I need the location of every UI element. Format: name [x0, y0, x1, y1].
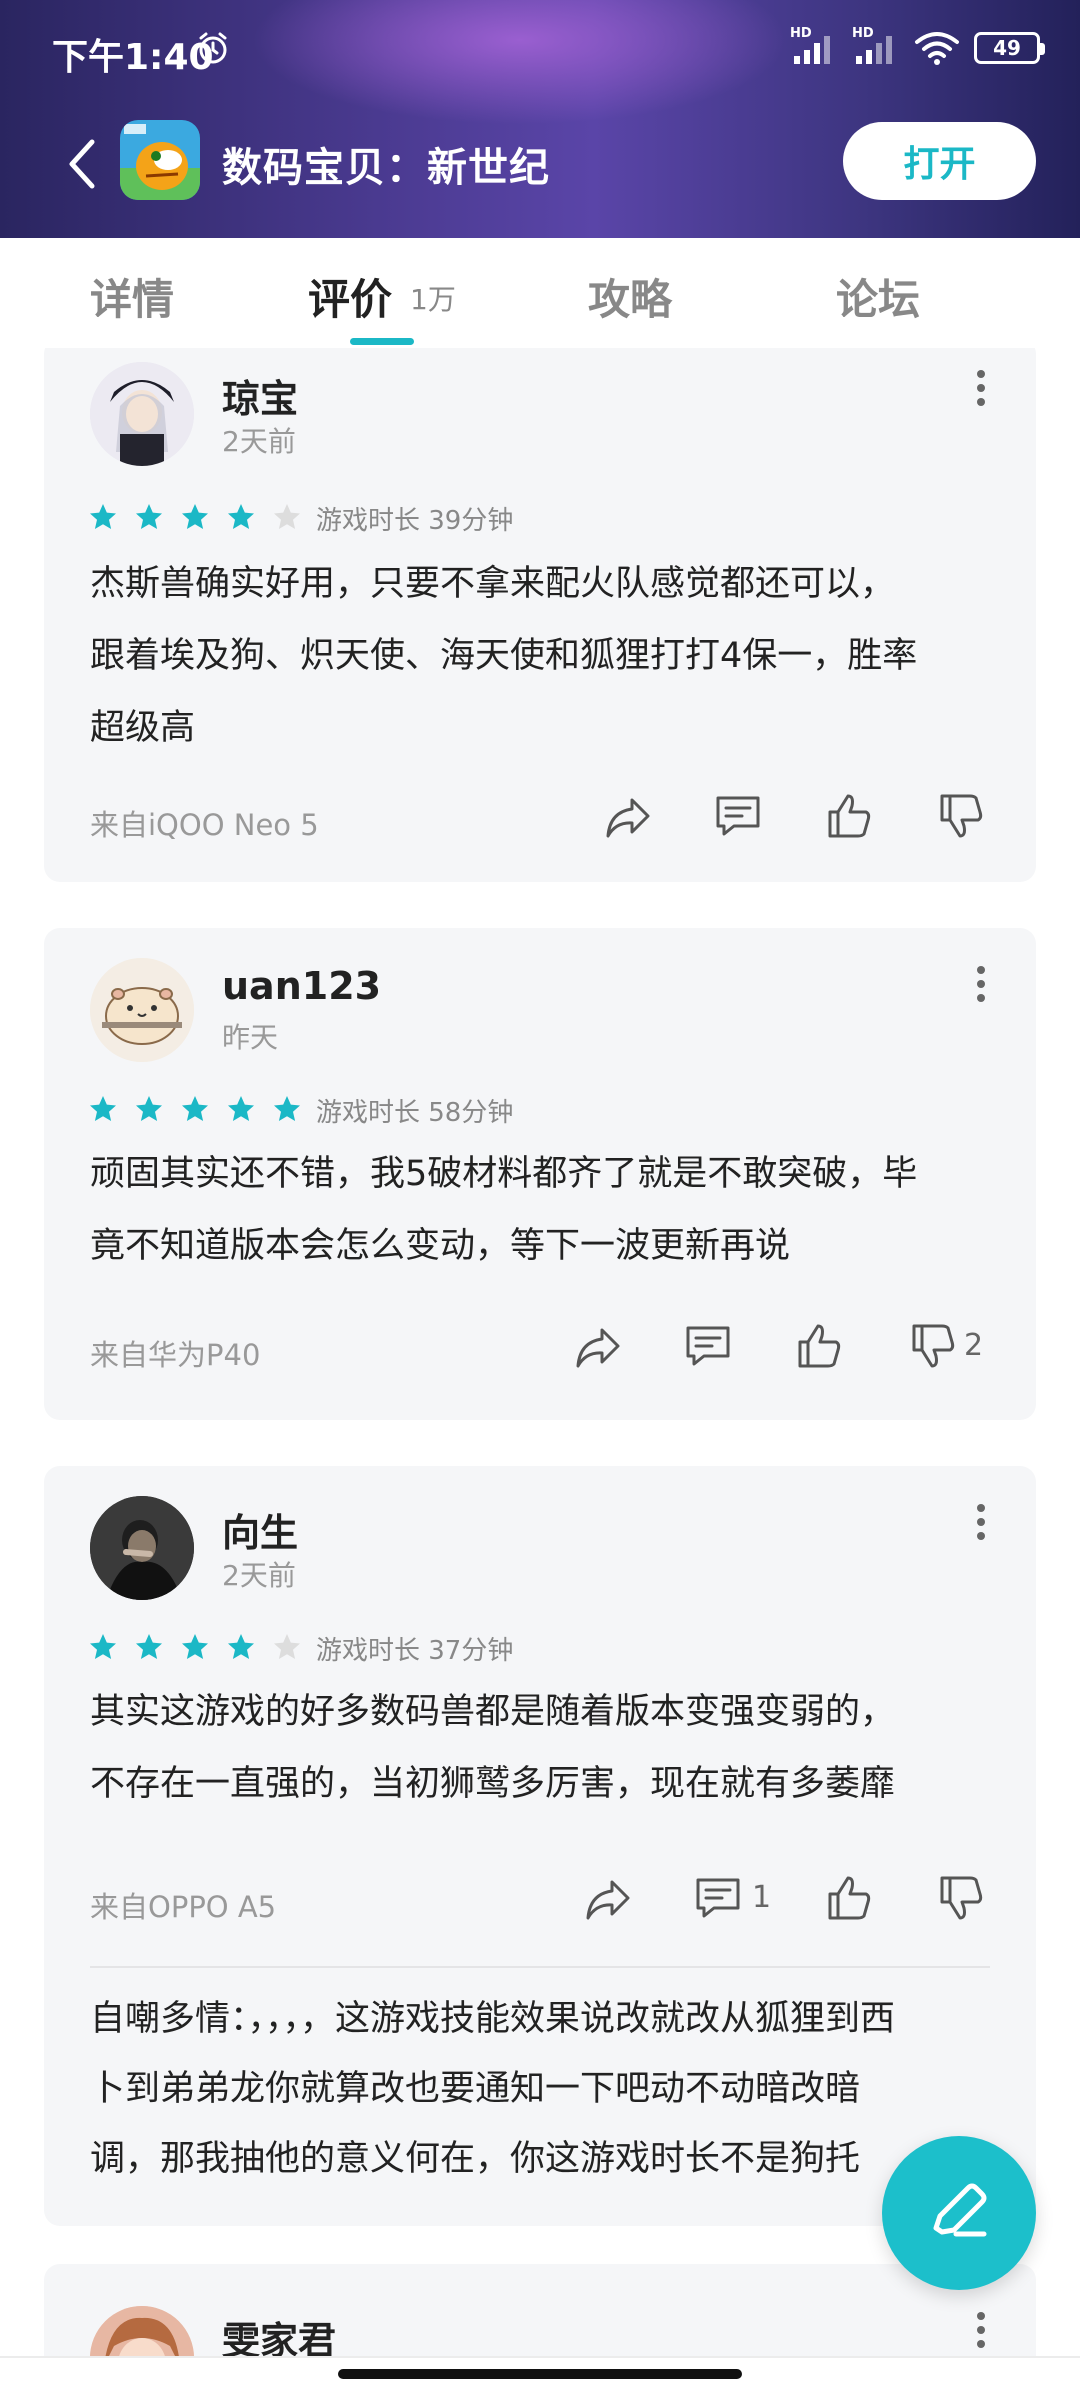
- review-username[interactable]: 雯家君: [222, 2310, 336, 2356]
- review-username[interactable]: 向生: [222, 1502, 298, 1557]
- star-filled-icon: [90, 1096, 116, 1121]
- comment-icon[interactable]: [682, 1320, 734, 1372]
- star-filled-icon: [136, 1096, 162, 1121]
- reply-text-line: 自嘲多情：，，，，这游戏技能效果说改就改从狐狸到西: [90, 1999, 896, 2039]
- review-text-line: 杰斯兽确实好用，只要不拿来配火队感觉都还可以，: [90, 564, 896, 604]
- review-text: 顽固其实还不错，我5破材料都齐了就是不敢突破，毕 竟不知道版本会怎么变动，等下一…: [90, 1138, 990, 1282]
- rating-stars: [88, 1094, 302, 1124]
- review-text-line: 跟着埃及狗、炽天使、海天使和狐狸打打4保一，胜率: [90, 636, 918, 676]
- reply-text-line: 卜到弟弟龙你就算改也要通知一下吧动不动暗改暗: [90, 2069, 861, 2109]
- review-username[interactable]: uan123: [222, 964, 381, 1008]
- back-arrow-icon[interactable]: [60, 134, 104, 194]
- avatar[interactable]: [90, 958, 194, 1062]
- star-filled-icon: [90, 504, 116, 529]
- avatar[interactable]: [90, 362, 194, 466]
- review-device: 来自OPPO A5: [90, 1890, 277, 1924]
- reply-divider: [90, 1966, 990, 1968]
- review-time: 2天前: [222, 1559, 296, 1592]
- review-card: uan123 昨天 游戏时长 58分钟 顽固其实还不错，我5破材料都齐了就是不敢…: [44, 928, 1036, 1420]
- star-filled-icon: [90, 1634, 116, 1659]
- more-options-icon[interactable]: [976, 964, 986, 1004]
- status-right: HD HD 49: [790, 26, 1045, 66]
- review-text-line: 顽固其实还不错，我5破材料都齐了就是不敢突破，毕: [90, 1154, 918, 1194]
- comment-count: 1: [752, 1880, 772, 1915]
- pen-icon: [933, 2183, 987, 2237]
- review-text-line: 其实这游戏的好多数码兽都是随着版本变强变弱的，: [90, 1692, 896, 1732]
- avatar[interactable]: [90, 1496, 194, 1600]
- tab-bar: 详情 评价 1万 攻略 论坛: [0, 238, 1080, 348]
- star-filled-icon: [228, 1634, 254, 1659]
- tab-active-indicator: [350, 338, 414, 345]
- review-time: 昨天: [222, 1021, 279, 1054]
- open-app-button[interactable]: 打开: [843, 122, 1036, 200]
- star-empty-icon: [274, 1634, 300, 1659]
- review-username[interactable]: 琼宝: [222, 368, 298, 423]
- star-filled-icon: [182, 1096, 208, 1121]
- like-icon[interactable]: [824, 790, 876, 842]
- star-filled-icon: [182, 504, 208, 529]
- reply-text-line: 调，那我抽他的意义何在，你这游戏时长不是狗托: [90, 2139, 861, 2179]
- review-card: 雯家君: [44, 2264, 1036, 2356]
- review-text-line: 不存在一直强的，当初狮鹫多厉害，现在就有多萎靡: [90, 1764, 896, 1804]
- share-icon[interactable]: [582, 1872, 634, 1924]
- tab-reviews[interactable]: 评价: [308, 266, 392, 327]
- review-device: 来自华为P40: [90, 1338, 261, 1372]
- review-text-line: 超级高: [90, 708, 196, 748]
- home-indicator[interactable]: [338, 2369, 742, 2379]
- rating-stars: [88, 1632, 302, 1662]
- battery-icon: 49: [974, 32, 1045, 64]
- reply-preview[interactable]: 自嘲多情：，，，，这游戏技能效果说改就改从狐狸到西 卜到弟弟龙你就算改也要通知一…: [90, 1984, 990, 2194]
- dislike-icon[interactable]: [908, 1320, 960, 1372]
- signal-icon-1: HD: [790, 26, 838, 66]
- signal-icon-2: HD: [852, 26, 900, 66]
- star-filled-icon: [228, 504, 254, 529]
- review-time: 2天前: [222, 425, 296, 458]
- tab-guides[interactable]: 攻略: [588, 266, 672, 327]
- star-filled-icon: [274, 1096, 300, 1121]
- status-time: 下午1:40: [52, 37, 214, 78]
- review-device: 来自iQOO Neo 5: [90, 808, 319, 842]
- share-icon[interactable]: [572, 1320, 624, 1372]
- review-text: 其实这游戏的好多数码兽都是随着版本变强变弱的， 不存在一直强的，当初狮鹫多厉害，…: [90, 1676, 990, 1820]
- wifi-icon: [915, 32, 959, 65]
- star-empty-icon: [274, 504, 300, 529]
- battery-level: 49: [993, 36, 1021, 60]
- star-filled-icon: [136, 504, 162, 529]
- alarm-icon: [199, 32, 227, 64]
- review-playtime: 游戏时长 37分钟: [316, 1636, 514, 1666]
- share-icon[interactable]: [602, 790, 654, 842]
- comment-icon[interactable]: [692, 1872, 744, 1924]
- status-bar: 下午1:40 HD HD 49: [0, 0, 1080, 100]
- tab-reviews-count: 1万: [410, 283, 456, 316]
- review-playtime: 游戏时长 58分钟: [316, 1098, 514, 1128]
- app-header: 下午1:40 HD HD 49 数码宝贝：新世纪 打开: [0, 0, 1080, 238]
- more-options-icon[interactable]: [976, 1502, 986, 1542]
- star-filled-icon: [136, 1634, 162, 1659]
- write-review-button[interactable]: [882, 2136, 1036, 2290]
- comment-icon[interactable]: [712, 790, 764, 842]
- star-filled-icon: [228, 1096, 254, 1121]
- star-filled-icon: [182, 1634, 208, 1659]
- dislike-count: 2: [964, 1328, 984, 1363]
- like-icon[interactable]: [794, 1320, 846, 1372]
- rating-stars: [88, 502, 302, 532]
- review-text-line: 竟不知道版本会怎么变动，等下一波更新再说: [90, 1226, 791, 1266]
- tab-forum[interactable]: 论坛: [836, 266, 920, 327]
- review-text: 杰斯兽确实好用，只要不拿来配火队感觉都还可以， 跟着埃及狗、炽天使、海天使和狐狸…: [90, 548, 990, 764]
- like-icon[interactable]: [824, 1872, 876, 1924]
- avatar[interactable]: [90, 2306, 194, 2356]
- dislike-icon[interactable]: [936, 790, 988, 842]
- review-feed[interactable]: 琼宝 2天前 游戏时长 39分钟 杰斯兽确实好用，只要不拿来配火队感觉都还可以，…: [0, 348, 1080, 2356]
- dislike-icon[interactable]: [936, 1872, 988, 1924]
- bottom-divider: [0, 2356, 1080, 2358]
- review-card: 琼宝 2天前 游戏时长 39分钟 杰斯兽确实好用，只要不拿来配火队感觉都还可以，…: [44, 348, 1036, 882]
- more-options-icon[interactable]: [976, 2310, 986, 2350]
- tab-details[interactable]: 详情: [90, 266, 174, 327]
- more-options-icon[interactable]: [976, 368, 986, 408]
- review-card: 向生 2天前 游戏时长 37分钟 其实这游戏的好多数码兽都是随着版本变强变弱的，…: [44, 1466, 1036, 2226]
- review-playtime: 游戏时长 39分钟: [316, 506, 514, 536]
- app-title: 数码宝贝：新世纪: [222, 145, 550, 191]
- app-icon[interactable]: [120, 120, 200, 200]
